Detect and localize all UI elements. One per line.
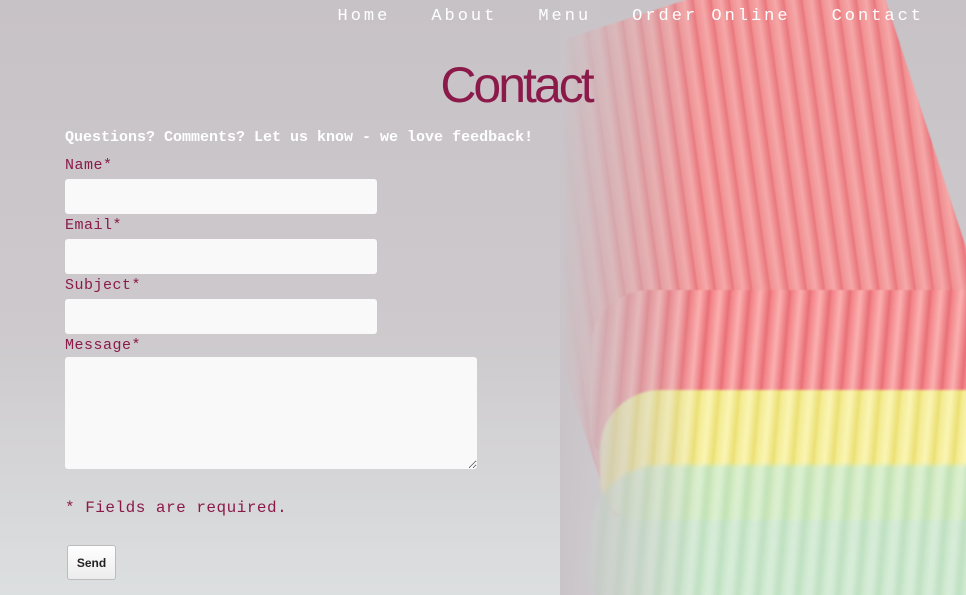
send-button[interactable]: Send xyxy=(67,545,116,580)
subject-input[interactable] xyxy=(65,299,377,334)
nav-menu-link[interactable]: Menu xyxy=(538,6,591,28)
name-input[interactable] xyxy=(65,179,377,214)
nav-contact-link[interactable]: Contact xyxy=(832,6,924,28)
required-fields-note: * Fields are required. xyxy=(65,499,288,517)
email-label: Email* xyxy=(65,217,123,234)
name-label: Name* xyxy=(65,157,113,174)
nav-order-online-link[interactable]: Order Online xyxy=(632,6,790,28)
main-nav: Home About Menu Order Online Contact xyxy=(338,6,924,28)
nav-about-link[interactable]: About xyxy=(431,6,497,28)
nav-home-link[interactable]: Home xyxy=(338,6,391,28)
subject-label: Subject* xyxy=(65,277,142,294)
message-textarea[interactable] xyxy=(65,357,477,469)
page-title: Contact xyxy=(440,57,594,113)
email-input[interactable] xyxy=(65,239,377,274)
message-label: Message* xyxy=(65,337,142,354)
intro-text: Questions? Comments? Let us know - we lo… xyxy=(65,129,534,146)
